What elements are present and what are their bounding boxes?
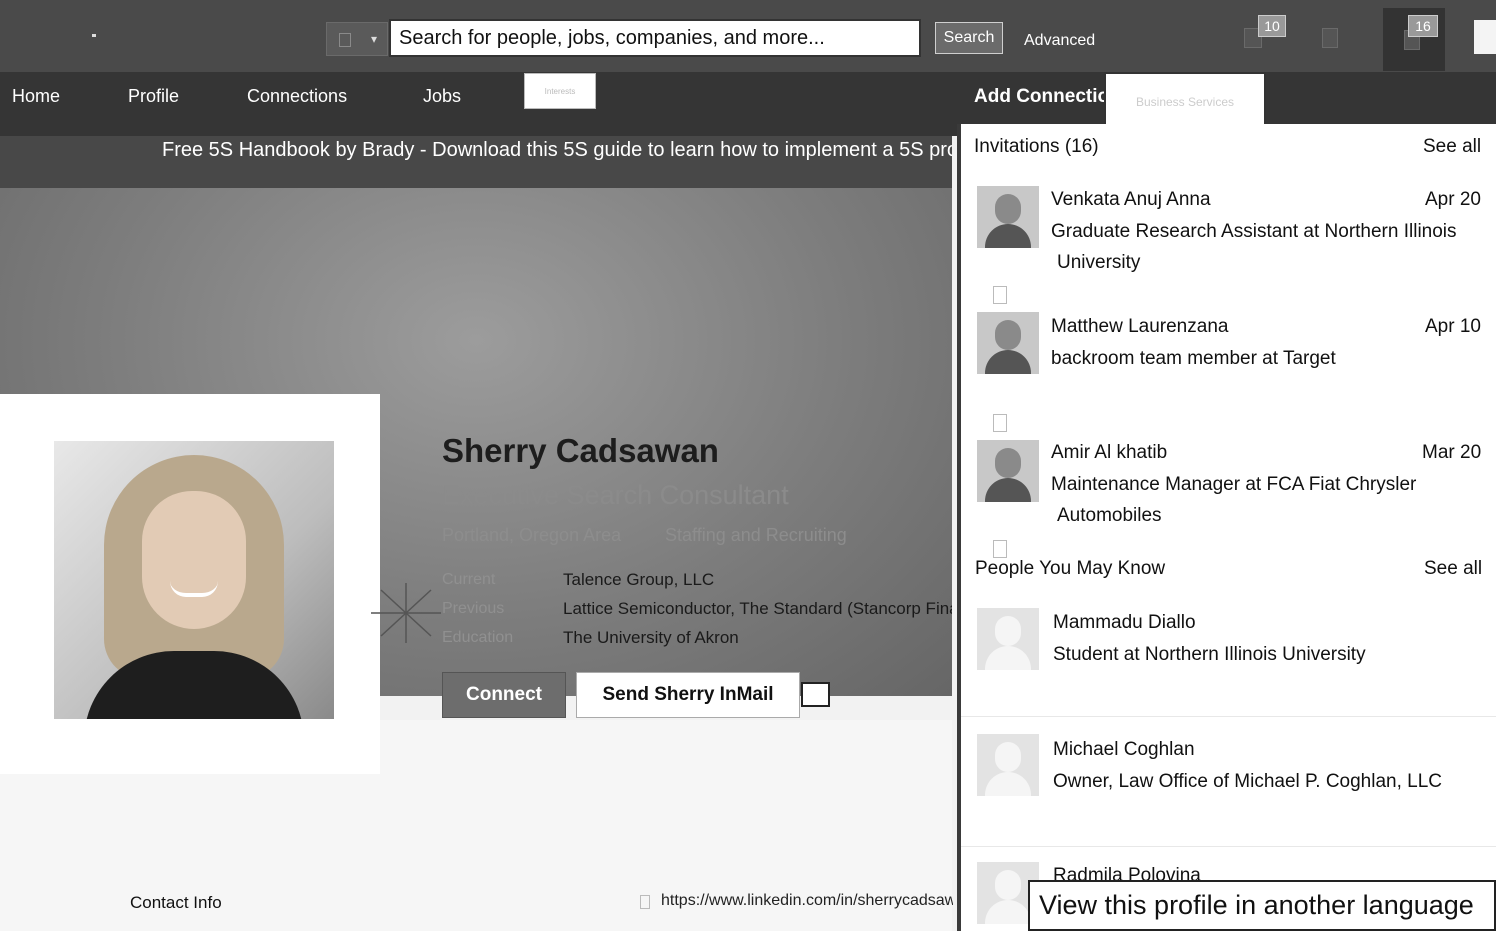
nav-item-profile[interactable]: Profile: [128, 86, 179, 107]
send-inmail-button[interactable]: Send Sherry InMail: [576, 672, 800, 718]
pymk-name[interactable]: Michael Coghlan: [1053, 739, 1195, 761]
add-connections-dropdown: Invitations (16) See all Venkata Anuj An…: [957, 124, 1496, 931]
account-avatar[interactable]: [1474, 20, 1496, 54]
profile-name: Sherry Cadsawan: [442, 432, 719, 469]
invitation-name[interactable]: Venkata Anuj Anna: [1051, 189, 1211, 211]
search-type-selector[interactable]: ▾: [326, 22, 388, 56]
invitation-name[interactable]: Amir Al khatib: [1051, 442, 1167, 464]
view-profile-language-link[interactable]: View this profile in another language: [1028, 880, 1496, 931]
invitation-date: Apr 20: [1425, 189, 1481, 210]
nav-item-jobs[interactable]: Jobs: [423, 86, 461, 107]
business-services-popup[interactable]: Business Services: [1104, 72, 1266, 128]
pymk-avatar[interactable]: [977, 608, 1039, 670]
flag-icon[interactable]: [1322, 28, 1338, 48]
invitation-accept-checkbox[interactable]: [993, 414, 1007, 432]
profile-photo[interactable]: [54, 441, 334, 719]
invitation-date: Apr 10: [1425, 316, 1481, 337]
pymk-headline: Owner, Law Office of Michael P. Coghlan,…: [1053, 771, 1443, 792]
invitation-avatar[interactable]: [977, 440, 1039, 502]
invitation-headline: Maintenance Manager at FCA Fiat Chrysler: [1051, 474, 1417, 495]
connect-button[interactable]: Connect: [442, 672, 566, 718]
current-label: Current: [442, 571, 496, 588]
profile-location[interactable]: Portland, Oregon Area: [442, 525, 621, 546]
pymk-heading: People You May Know: [975, 558, 1166, 579]
chevron-down-icon: ▾: [371, 32, 378, 46]
divider: [961, 846, 1496, 847]
add-connections-title: Add Connections: [974, 86, 1106, 107]
invitation-accept-checkbox[interactable]: [993, 286, 1007, 304]
invitation-headline-cont: Automobiles: [1057, 505, 1162, 526]
invitations-see-all-link[interactable]: See all: [1423, 136, 1481, 158]
profile-industry[interactable]: Staffing and Recruiting: [665, 525, 847, 546]
search-button[interactable]: Search: [935, 22, 1003, 54]
invitation-headline: Graduate Research Assistant at Northern …: [1051, 221, 1457, 242]
star-decoration-icon: [371, 583, 441, 643]
invitation-date: Mar 20: [1422, 442, 1482, 463]
public-profile-url[interactable]: https://www.linkedin.com/in/sherrycadsaw…: [661, 892, 953, 910]
invitation-avatar[interactable]: [977, 186, 1039, 248]
education-label: Education: [442, 629, 514, 646]
invitation-avatar[interactable]: [977, 312, 1039, 374]
education-value[interactable]: The University of Akron: [563, 628, 739, 648]
nav-item-connections[interactable]: Connections: [247, 86, 347, 107]
profile-headline: Executive Search Consultant: [442, 480, 789, 510]
invitation-headline-cont: University: [1057, 252, 1141, 273]
invitation-accept-checkbox[interactable]: [993, 540, 1007, 558]
link-icon: [640, 895, 650, 909]
invitations-heading: Invitations (16): [974, 136, 1099, 157]
logo[interactable]: [92, 34, 96, 37]
invitation-name[interactable]: Matthew Laurenzana: [1051, 316, 1228, 338]
previous-positions[interactable]: Lattice Semiconductor, The Standard (Sta…: [563, 599, 952, 619]
nav-item-home[interactable]: Home: [12, 86, 60, 107]
invitations-count-badge: 16: [1408, 15, 1438, 37]
invitation-headline: backroom team member at Target: [1051, 348, 1336, 369]
nav-interests-popup[interactable]: Interests: [524, 73, 596, 109]
advanced-search-link[interactable]: Advanced: [1024, 32, 1095, 50]
ad-text[interactable]: Free 5S Handbook by Brady - Download thi…: [162, 139, 952, 162]
current-position[interactable]: Talence Group, LLC: [563, 570, 714, 590]
previous-label: Previous: [442, 600, 505, 617]
pymk-avatar[interactable]: [977, 734, 1039, 796]
pymk-see-all-link[interactable]: See all: [1424, 558, 1482, 580]
contact-info-label[interactable]: Contact Info: [130, 893, 222, 913]
more-actions-button[interactable]: [801, 682, 830, 707]
search-type-icon: [339, 33, 351, 47]
search-input[interactable]: [389, 19, 921, 57]
pymk-headline: Student at Northern Illinois University: [1053, 644, 1366, 665]
pymk-name[interactable]: Mammadu Diallo: [1053, 612, 1196, 634]
messages-count-badge: 10: [1258, 15, 1286, 37]
divider: [961, 716, 1496, 717]
